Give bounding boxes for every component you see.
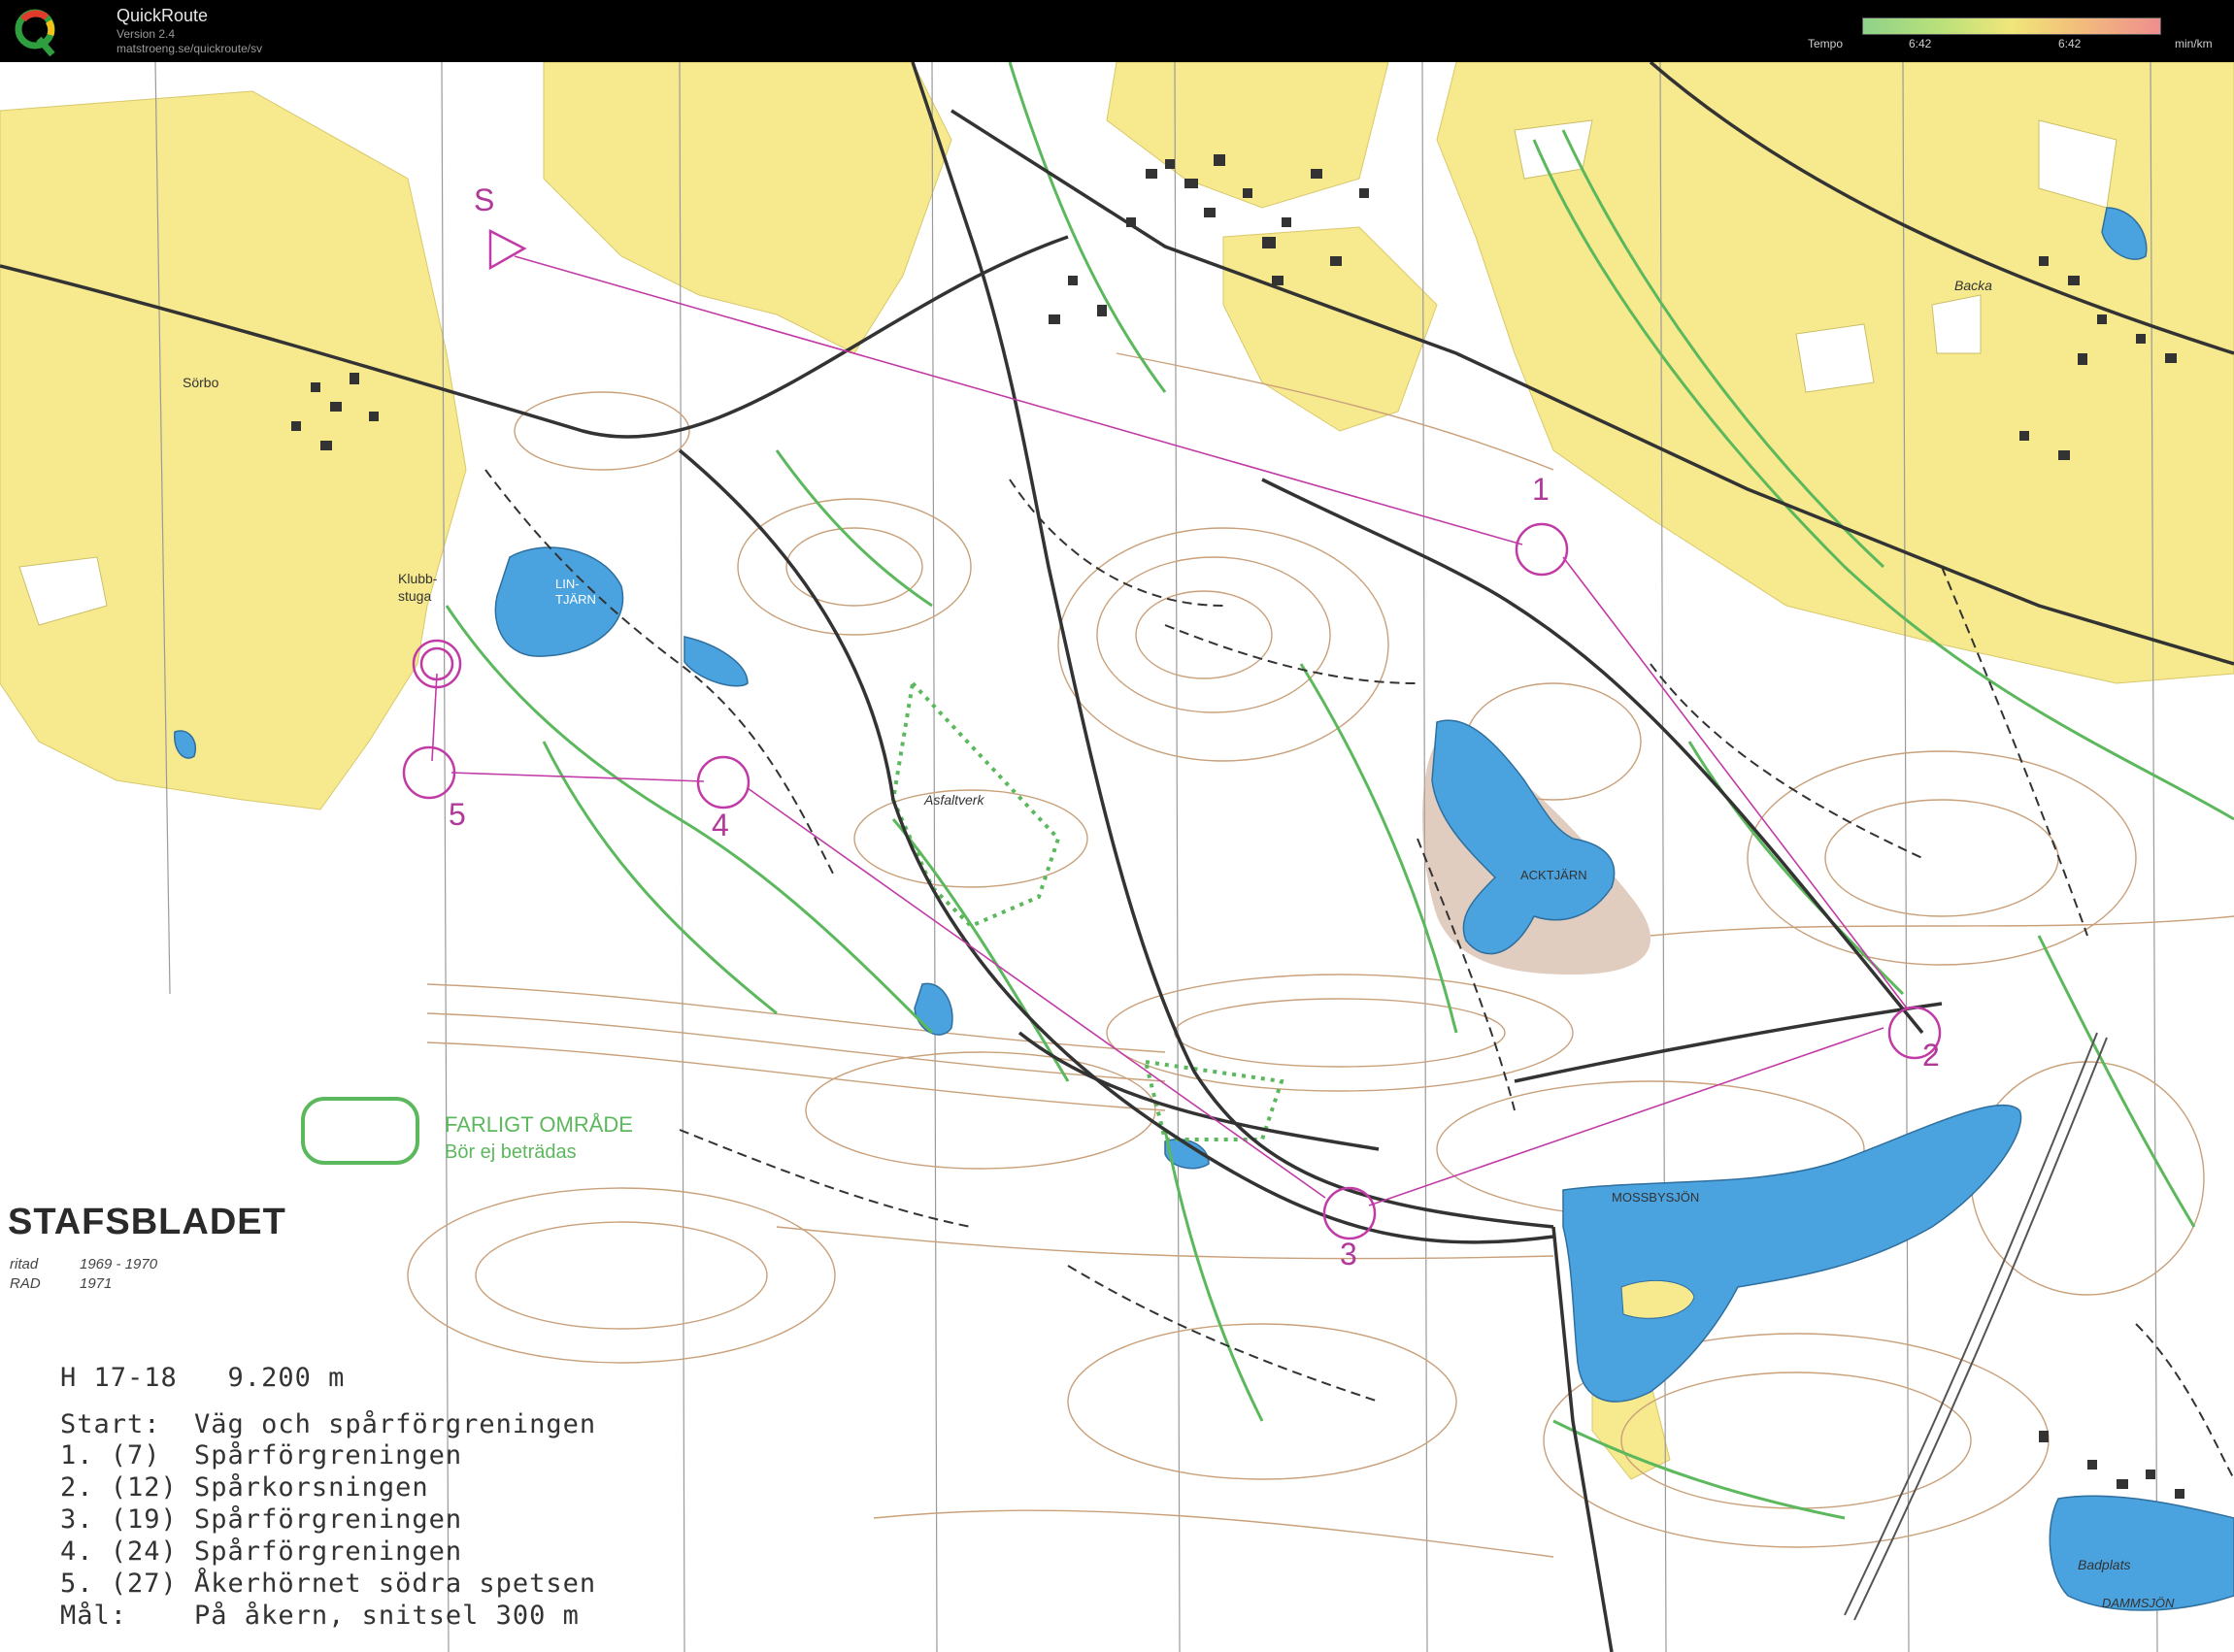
app-url[interactable]: matstroeng.se/quickroute/sv	[117, 42, 262, 55]
control-3-label: 3	[1340, 1237, 1357, 1272]
legend-danger-sub: Bör ej beträdas	[445, 1141, 577, 1163]
place-lintjarn-1: LIN-	[555, 577, 580, 591]
place-backa: Backa	[1954, 278, 1992, 293]
lake-dammsjon	[2049, 1495, 2234, 1611]
place-klubbstuga-2: stuga	[398, 588, 432, 604]
course-c3: 3. (19) Spårförgreningen	[60, 1504, 463, 1535]
orienteering-map[interactable]: S 1 2 3 4 5 Sörbo Klubb- stuga LIN- TJÄR…	[0, 62, 2234, 1652]
course-c5: 5. (27) Åkerhörnet södra spetsen	[60, 1569, 597, 1599]
place-dammsjon: DAMMSJÖN	[2102, 1596, 2175, 1610]
course-class: H 17-18 9.200 m	[60, 1363, 346, 1393]
app-name: QuickRoute	[117, 6, 209, 25]
place-asfaltverk: Asfaltverk	[924, 792, 984, 808]
place-sorbo: Sörbo	[183, 375, 219, 390]
place-klubbstuga-1: Klubb-	[398, 571, 438, 586]
control-4-label: 4	[712, 808, 729, 843]
drawn-label: ritad	[10, 1256, 39, 1272]
start-label: S	[474, 182, 495, 217]
map-title: STAFSBLADET	[8, 1202, 286, 1242]
rad-label: RAD	[10, 1275, 41, 1292]
course-c4: 4. (24) Spårförgreningen	[60, 1536, 463, 1567]
control-5-label: 5	[449, 797, 466, 832]
tempo-label: Tempo	[1808, 37, 1844, 50]
drawn-years: 1969 - 1970	[80, 1256, 158, 1272]
tempo-right-value: 6:42	[2058, 37, 2082, 50]
place-mossbysjon: MOSSBYSJÖN	[1612, 1190, 1700, 1205]
tempo-color-scale[interactable]	[1862, 17, 2161, 35]
course-finish: Mål: På åkern, snitsel 300 m	[60, 1601, 580, 1631]
place-lintjarn-2: TJÄRN	[555, 592, 596, 607]
tempo-unit: min/km	[2175, 37, 2213, 50]
place-acktjarn: ACKTJÄRN	[1520, 868, 1587, 882]
place-badplats: Badplats	[2078, 1557, 2131, 1572]
quickroute-logo-icon	[15, 9, 55, 56]
course-c1: 1. (7) Spårförgreningen	[60, 1440, 463, 1470]
app-version: Version 2.4	[117, 27, 176, 41]
legend-danger-title: FARLIGT OMRÅDE	[445, 1112, 633, 1137]
control-1-label: 1	[1532, 472, 1550, 507]
rad-year: 1971	[80, 1275, 113, 1292]
tempo-left-value: 6:42	[1909, 37, 1932, 50]
title-bar: QuickRoute Version 2.4 matstroeng.se/qui…	[0, 0, 2234, 62]
course-start: Start: Väg och spårförgreningen	[60, 1409, 597, 1439]
course-c2: 2. (12) Spårkorsningen	[60, 1472, 429, 1503]
control-2-label: 2	[1922, 1038, 1940, 1073]
